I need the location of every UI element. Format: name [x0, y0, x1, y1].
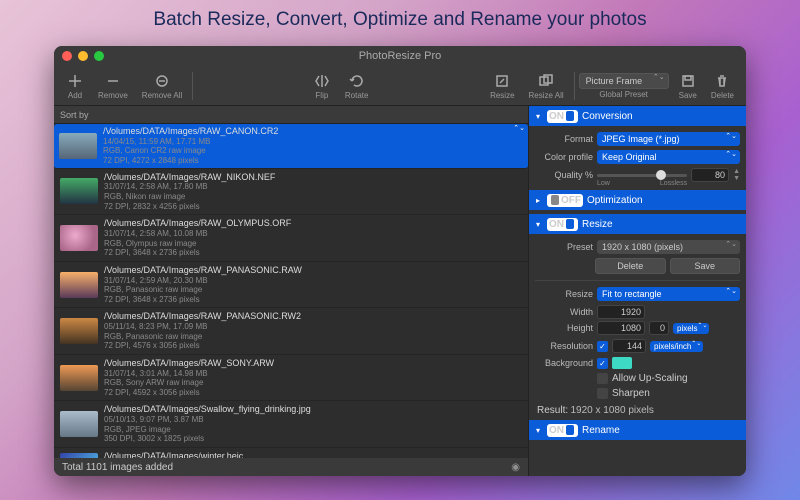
- rotation-input[interactable]: 0: [649, 321, 669, 335]
- list-item[interactable]: /Volumes/DATA/Images/Swallow_flying_drin…: [54, 401, 528, 448]
- titlebar[interactable]: PhotoResize Pro: [54, 46, 746, 66]
- thumbnail: [60, 318, 98, 344]
- optimization-section-header[interactable]: ▸ OFF Optimization: [529, 190, 746, 210]
- height-input[interactable]: 1080: [597, 321, 645, 335]
- app-window: PhotoResize Pro Add Remove Remove All Fl…: [54, 46, 746, 476]
- resolution-unit-select[interactable]: pixels/inch: [650, 341, 703, 352]
- file-path: /Volumes/DATA/Images/RAW_OLYMPUS.ORF: [104, 218, 291, 229]
- resize-preset-select[interactable]: 1920 x 1080 (pixels): [597, 240, 740, 254]
- list-item[interactable]: /Volumes/DATA/Images/winter.heic 08/08/2…: [54, 448, 528, 458]
- resize-section-header[interactable]: ▾ ON Resize: [529, 214, 746, 234]
- add-button[interactable]: Add: [60, 70, 90, 102]
- resize-toggle[interactable]: ON: [547, 218, 578, 231]
- file-path: /Volumes/DATA/Images/RAW_NIKON.NEF: [104, 172, 275, 183]
- delete-preset-button[interactable]: Delete: [705, 70, 740, 102]
- resize-mode-select[interactable]: Fit to rectangle: [597, 287, 740, 301]
- chevron-down-icon: ▾: [533, 426, 543, 435]
- thumbnail: [59, 133, 97, 159]
- list-item[interactable]: /Volumes/DATA/Images/RAW_OLYMPUS.ORF 31/…: [54, 215, 528, 262]
- thumbnail: [60, 272, 98, 298]
- tagline: Batch Resize, Convert, Optimize and Rena…: [153, 9, 646, 31]
- global-preset-select[interactable]: Picture Frame: [579, 73, 669, 89]
- toolbar: Add Remove Remove All Flip Rotate Resize…: [54, 66, 746, 106]
- resolution-input[interactable]: 144: [612, 339, 646, 353]
- file-list[interactable]: /Volumes/DATA/Images/RAW_CANON.CR2 14/04…: [54, 124, 528, 458]
- conversion-section-header[interactable]: ▾ ON Conversion: [529, 106, 746, 126]
- chevron-right-icon: ▸: [533, 196, 543, 205]
- global-preset-label: Global Preset: [599, 90, 647, 99]
- remove-button[interactable]: Remove: [92, 70, 134, 102]
- rotate-button[interactable]: Rotate: [339, 70, 375, 102]
- list-item[interactable]: /Volumes/DATA/Images/RAW_PANASONIC.RW2 0…: [54, 308, 528, 355]
- list-item[interactable]: /Volumes/DATA/Images/RAW_NIKON.NEF 31/07…: [54, 169, 528, 216]
- file-path: /Volumes/DATA/Images/RAW_CANON.CR2: [103, 126, 278, 137]
- optimization-toggle[interactable]: OFF: [547, 194, 583, 207]
- quality-value[interactable]: 80: [691, 168, 729, 182]
- unit-select[interactable]: pixels: [673, 323, 709, 334]
- list-item[interactable]: /Volumes/DATA/Images/RAW_SONY.ARW 31/07/…: [54, 355, 528, 402]
- quality-slider[interactable]: Low Lossless: [597, 168, 687, 182]
- file-path: /Volumes/DATA/Images/RAW_PANASONIC.RW2: [104, 311, 301, 322]
- upscale-checkbox[interactable]: ✓: [597, 373, 608, 384]
- preset-save-button[interactable]: Save: [670, 258, 741, 274]
- file-path: /Volumes/DATA/Images/RAW_SONY.ARW: [104, 358, 274, 369]
- eye-icon[interactable]: ◉: [511, 462, 520, 473]
- resolution-checkbox[interactable]: ✓: [597, 341, 608, 352]
- save-preset-button[interactable]: Save: [673, 70, 703, 102]
- list-item[interactable]: /Volumes/DATA/Images/RAW_PANASONIC.RAW 3…: [54, 262, 528, 309]
- background-color-swatch[interactable]: [612, 357, 632, 369]
- resize-all-button[interactable]: Resize All: [523, 70, 570, 102]
- window-title: PhotoResize Pro: [54, 50, 746, 62]
- preset-delete-button[interactable]: Delete: [595, 258, 666, 274]
- thumbnail: [60, 178, 98, 204]
- file-path: /Volumes/DATA/Images/winter.heic: [104, 451, 243, 458]
- resize-button[interactable]: Resize: [484, 70, 520, 102]
- width-input[interactable]: 1920: [597, 305, 645, 319]
- status-text: Total 1101 images added: [62, 462, 173, 473]
- thumbnail: [60, 365, 98, 391]
- thumbnail: [60, 225, 98, 251]
- file-path: /Volumes/DATA/Images/RAW_PANASONIC.RAW: [104, 265, 302, 276]
- file-path: /Volumes/DATA/Images/Swallow_flying_drin…: [104, 404, 311, 415]
- conversion-toggle[interactable]: ON: [547, 110, 578, 123]
- rename-section-header[interactable]: ▾ ON Rename: [529, 420, 746, 440]
- stepper-icon[interactable]: ▲▼: [733, 168, 740, 182]
- rename-toggle[interactable]: ON: [547, 424, 578, 437]
- list-item[interactable]: /Volumes/DATA/Images/RAW_CANON.CR2 14/04…: [54, 124, 528, 169]
- chevron-down-icon: ▾: [533, 220, 543, 229]
- background-checkbox[interactable]: ✓: [597, 358, 608, 369]
- thumbnail: [60, 411, 98, 437]
- sharpen-checkbox[interactable]: ✓: [597, 388, 608, 399]
- sort-by-button[interactable]: Sort by: [54, 106, 528, 124]
- color-profile-select[interactable]: Keep Original: [597, 150, 740, 164]
- format-select[interactable]: JPEG Image (*.jpg): [597, 132, 740, 146]
- chevron-down-icon: ▾: [533, 112, 543, 121]
- remove-all-button[interactable]: Remove All: [136, 70, 188, 102]
- flip-button[interactable]: Flip: [307, 70, 337, 102]
- settings-panel: ▾ ON Conversion FormatJPEG Image (*.jpg)…: [528, 106, 746, 476]
